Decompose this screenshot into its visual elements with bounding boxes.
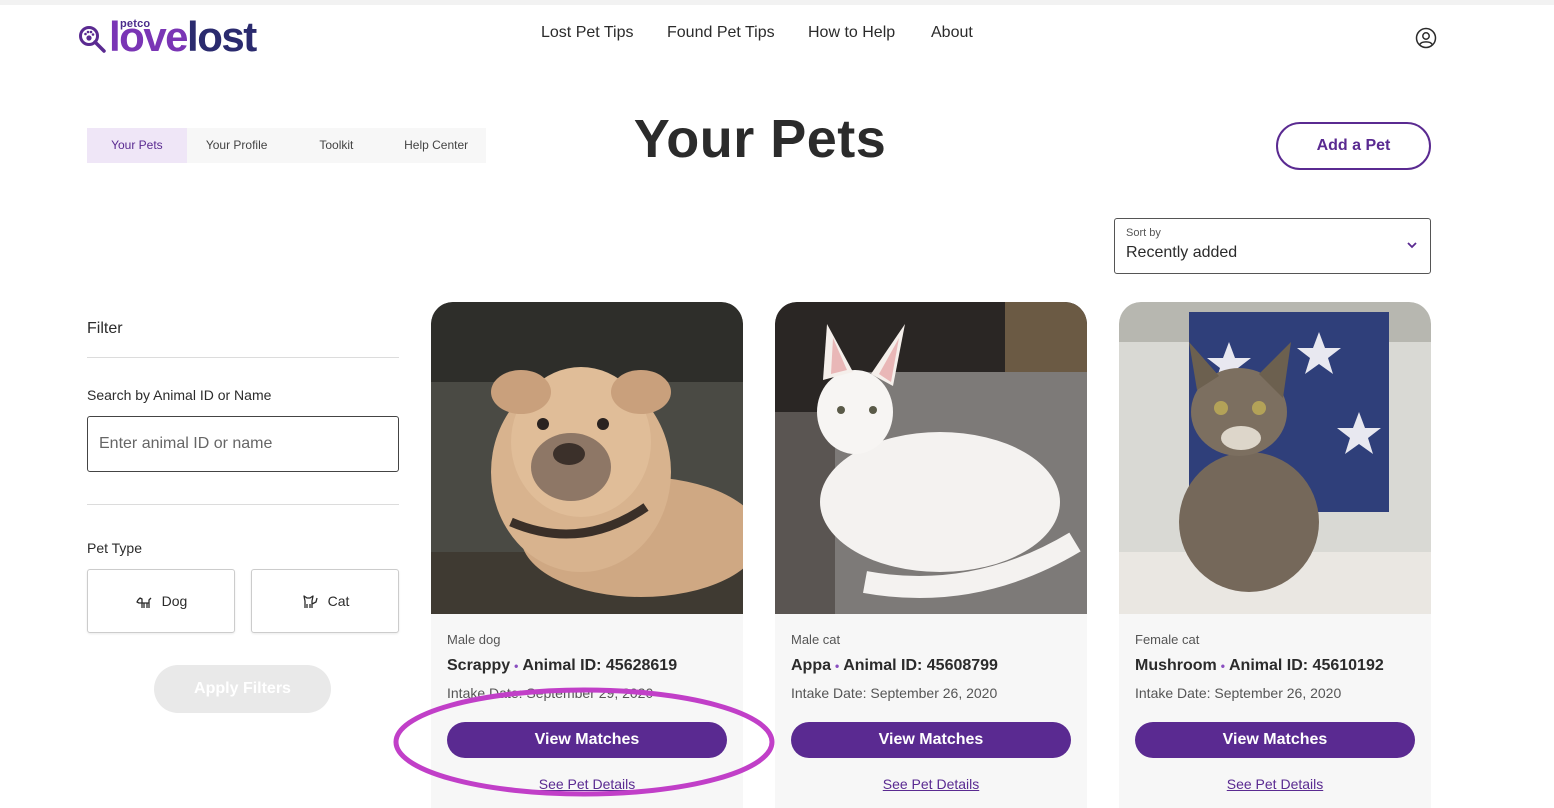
pet-type-text: Female cat xyxy=(1135,632,1200,647)
pet-card: Male dog Scrappy • Animal ID: 45628619 Int… xyxy=(431,302,743,808)
pet-type-dog-button[interactable]: Dog xyxy=(87,569,235,633)
account-tabs: Your Pets Your Profile Toolkit Help Cent… xyxy=(87,128,486,163)
pet-name-line: Appa • Animal ID: 45608799 xyxy=(791,657,998,675)
tab-toolkit[interactable]: Toolkit xyxy=(287,128,387,163)
pet-type-text: Male cat xyxy=(791,632,841,647)
tab-your-profile[interactable]: Your Profile xyxy=(187,128,287,163)
pet-type-dog-label: Dog xyxy=(161,593,188,609)
sort-label: Sort by xyxy=(1126,227,1161,239)
filter-title: Filter xyxy=(87,320,123,337)
pet-type-text: Male dog xyxy=(447,632,501,647)
page-title: Your Pets xyxy=(633,109,887,169)
separator-dot: • xyxy=(835,659,840,673)
pet-photo[interactable] xyxy=(1119,302,1431,614)
pet-photo[interactable] xyxy=(431,302,743,614)
pet-type-label: Pet Type xyxy=(87,540,143,556)
pet-name: Scrappy xyxy=(447,657,511,674)
nav-about[interactable]: About xyxy=(931,24,973,42)
pet-card: Male cat Appa • Animal ID: 45608799 Intake… xyxy=(775,302,1087,808)
cat-icon xyxy=(302,595,318,608)
see-pet-details-link[interactable]: See Pet Details xyxy=(1119,776,1431,792)
pet-type-cat-label: Cat xyxy=(327,593,350,609)
pet-name-line: Scrappy • Animal ID: 45628619 xyxy=(447,657,677,675)
search-label: Search by Animal ID or Name xyxy=(87,387,272,403)
sort-select[interactable]: Sort by Recently added xyxy=(1114,218,1431,274)
chevron-down-icon xyxy=(1407,242,1417,249)
view-matches-button[interactable]: View Matches xyxy=(447,722,727,758)
dog-photo xyxy=(431,302,743,614)
nav-lost-pet-tips[interactable]: Lost Pet Tips xyxy=(541,24,634,42)
view-matches-button[interactable]: View Matches xyxy=(1135,722,1415,758)
pet-photo[interactable] xyxy=(775,302,1087,614)
apply-filters-button[interactable]: Apply Filters xyxy=(154,665,331,713)
search-input[interactable] xyxy=(87,416,399,472)
pet-animal-id: Animal ID: 45608799 xyxy=(843,657,998,674)
pet-intake-date: Intake Date: September 29, 2020 xyxy=(447,685,654,701)
sort-value: Recently added xyxy=(1126,244,1238,261)
add-pet-button[interactable]: Add a Pet xyxy=(1276,122,1431,170)
pet-animal-id: Animal ID: 45628619 xyxy=(522,657,678,674)
tab-help-center[interactable]: Help Center xyxy=(386,128,486,163)
view-matches-button[interactable]: View Matches xyxy=(791,722,1071,758)
cat-photo xyxy=(1119,302,1431,614)
main-nav: Lost Pet Tips Found Pet Tips How to Help… xyxy=(0,24,1554,46)
nav-how-to-help[interactable]: How to Help xyxy=(808,24,895,42)
dog-icon xyxy=(136,597,152,608)
pet-animal-id: Animal ID: 45610192 xyxy=(1228,657,1384,674)
see-pet-details-link[interactable]: See Pet Details xyxy=(775,776,1087,792)
separator-dot: • xyxy=(514,659,519,673)
pet-name-line: Mushroom • Animal ID: 45610192 xyxy=(1135,657,1384,675)
pet-card: Female cat Mushroom • Animal ID: 45610192 … xyxy=(1119,302,1431,808)
tab-your-pets[interactable]: Your Pets xyxy=(87,128,187,163)
cat-photo xyxy=(775,302,1087,614)
see-pet-details-link[interactable]: See Pet Details xyxy=(431,776,743,792)
pet-name: Mushroom xyxy=(1135,657,1217,674)
pet-name: Appa xyxy=(791,657,831,674)
separator-dot: • xyxy=(1220,659,1225,673)
nav-found-pet-tips[interactable]: Found Pet Tips xyxy=(667,24,775,42)
pet-intake-date: Intake Date: September 26, 2020 xyxy=(791,685,998,701)
divider xyxy=(87,504,399,505)
divider xyxy=(87,357,399,358)
pet-type-cat-button[interactable]: Cat xyxy=(251,569,399,633)
top-strip xyxy=(0,0,1554,5)
user-profile-icon[interactable] xyxy=(1415,27,1437,49)
pet-intake-date: Intake Date: September 26, 2020 xyxy=(1135,685,1342,701)
